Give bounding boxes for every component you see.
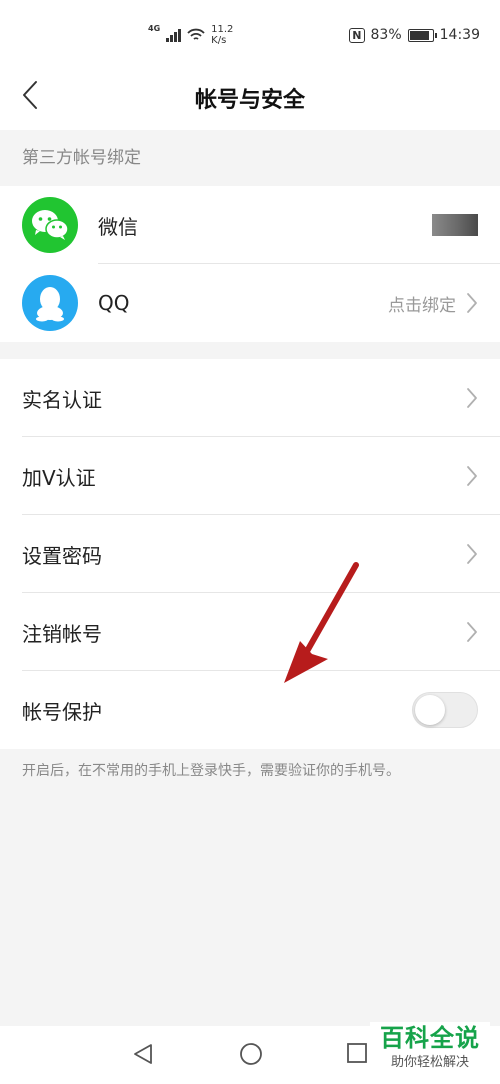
menu-item-label: 加V认证 xyxy=(22,465,96,490)
account-protect-toggle[interactable] xyxy=(412,692,478,728)
third-party-group: 微信 QQ 点击绑定 xyxy=(0,186,500,342)
nfc-icon: N xyxy=(349,27,365,43)
chevron-right-icon xyxy=(467,622,477,642)
wechat-label: 微信 xyxy=(98,214,138,239)
clock: 14:39 xyxy=(439,27,480,43)
wifi-icon xyxy=(187,28,205,40)
battery-icon xyxy=(407,28,437,42)
net-speed: 11.2 K/s xyxy=(211,24,233,46)
menu-item-label: 实名认证 xyxy=(22,387,102,412)
nav-home-icon[interactable] xyxy=(239,1042,263,1066)
nav-bar: 帐号与安全 xyxy=(0,60,500,130)
net-speed-value: 11.2 xyxy=(211,24,234,35)
account-protect-label: 帐号保护 xyxy=(22,699,102,724)
signal-icon xyxy=(166,28,182,42)
settings-menu-group: 实名认证 加V认证 设置密码 注销帐号 帐号保护 xyxy=(0,359,500,749)
chevron-right-icon xyxy=(467,293,477,313)
status-center: 4G 11.2 K/s xyxy=(148,24,233,46)
chevron-right-icon xyxy=(467,544,477,564)
page-title: 帐号与安全 xyxy=(194,88,305,113)
qq-label: QQ xyxy=(98,291,130,315)
account-protect-hint: 开启后，在不常用的手机上登录快手，需要验证你的手机号。 xyxy=(22,763,400,779)
qq-bind-row[interactable]: QQ 点击绑定 xyxy=(0,264,500,342)
menu-item-v-verify[interactable]: 加V认证 xyxy=(0,437,500,515)
annotation-arrow-icon xyxy=(284,562,359,683)
menu-item-label: 设置密码 xyxy=(22,543,102,568)
toggle-knob xyxy=(415,695,445,725)
battery-percent: 83% xyxy=(370,27,402,43)
watermark-main: 百科全说 xyxy=(380,1024,480,1052)
bound-account-redacted xyxy=(432,214,478,236)
nav-back-icon[interactable] xyxy=(132,1042,154,1066)
qq-status: 点击绑定 xyxy=(388,264,478,342)
qq-bind-action[interactable]: 点击绑定 xyxy=(388,291,456,316)
menu-item-cancel-account[interactable]: 注销帐号 xyxy=(0,593,500,671)
menu-item-real-name[interactable]: 实名认证 xyxy=(0,359,500,437)
network-type: 4G xyxy=(148,24,161,33)
net-speed-unit: K/s xyxy=(211,35,227,46)
wechat-icon xyxy=(22,197,78,253)
wechat-status xyxy=(422,186,478,264)
nav-recents-icon[interactable] xyxy=(346,1042,368,1064)
qq-icon xyxy=(22,275,78,331)
menu-item-set-password[interactable]: 设置密码 xyxy=(0,515,500,593)
menu-item-account-protect: 帐号保护 xyxy=(0,671,500,749)
status-right: N 83% 14:39 xyxy=(349,27,480,43)
watermark-logo: 百科全说 助你轻松解决 xyxy=(370,1022,490,1078)
menu-item-label: 注销帐号 xyxy=(22,621,102,646)
wechat-bind-row[interactable]: 微信 xyxy=(0,186,500,264)
third-party-section-header: 第三方帐号绑定 xyxy=(0,130,500,186)
chevron-right-icon xyxy=(467,466,477,486)
status-bar: 4G 11.2 K/s N 83% 14:39 xyxy=(0,0,500,60)
chevron-right-icon xyxy=(467,388,477,408)
watermark-sub: 助你轻松解决 xyxy=(390,1055,469,1070)
